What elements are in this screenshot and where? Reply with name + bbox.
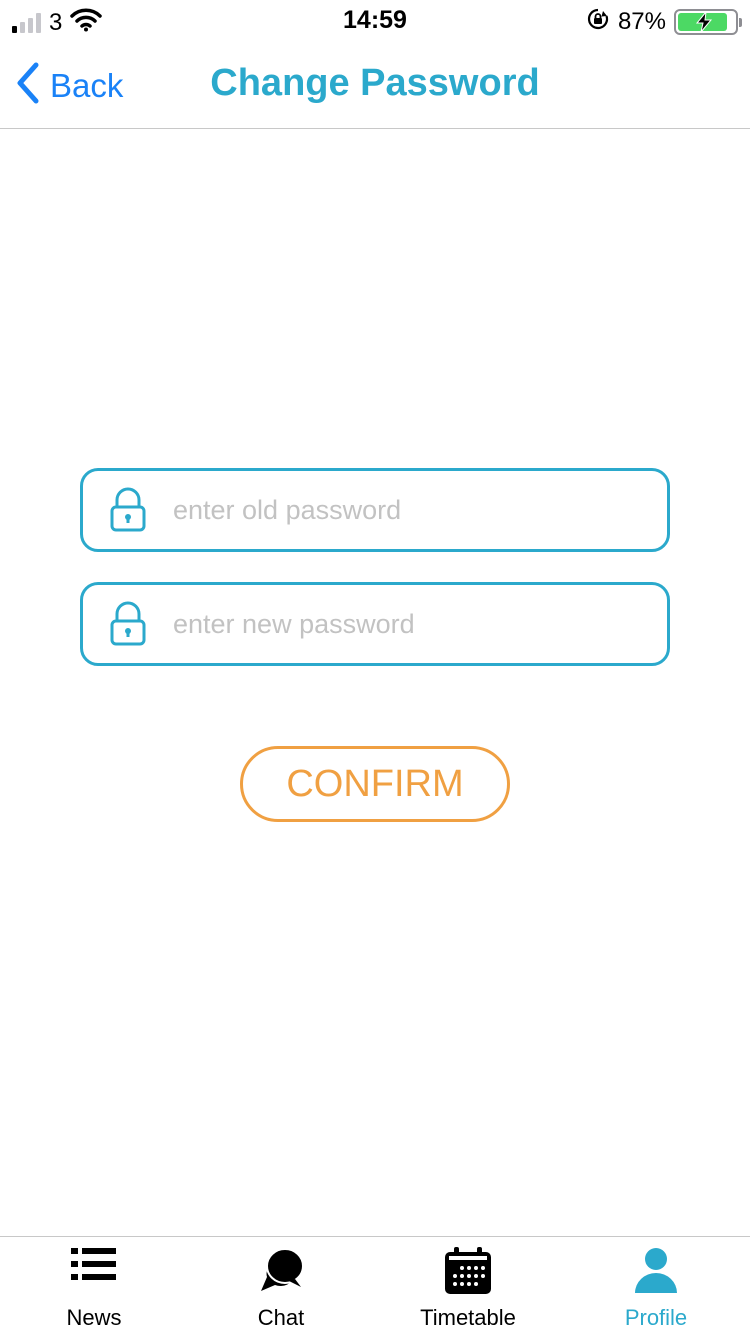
old-password-input[interactable] — [173, 489, 643, 531]
confirm-button[interactable]: CONFIRM — [240, 746, 510, 822]
status-right: 87% — [586, 7, 742, 36]
tab-timetable[interactable]: Timetable — [374, 1237, 562, 1334]
navigation-bar: Back Change Password — [0, 40, 750, 129]
tab-timetable-label: Timetable — [420, 1305, 516, 1330]
battery-icon — [674, 8, 742, 35]
back-label: Back — [50, 66, 124, 104]
battery-percentage: 87% — [617, 7, 666, 35]
chat-bubbles-icon — [187, 1247, 375, 1295]
list-icon — [0, 1247, 188, 1281]
tab-profile[interactable]: Profile — [562, 1237, 750, 1334]
lock-icon — [109, 601, 147, 652]
tab-bar: News Chat Timetable Profile — [0, 1236, 750, 1334]
tab-chat-label: Chat — [257, 1305, 305, 1330]
status-bar: 3 14:59 87% — [0, 0, 750, 40]
new-password-input[interactable] — [173, 603, 643, 645]
chevron-left-icon — [16, 62, 40, 109]
calendar-icon — [374, 1247, 562, 1295]
charging-bolt-icon — [695, 10, 713, 32]
lock-icon — [109, 487, 147, 538]
tab-news-label: News — [66, 1305, 122, 1330]
old-password-field[interactable] — [80, 468, 670, 552]
tab-profile-label: Profile — [624, 1305, 688, 1330]
back-button[interactable]: Back — [16, 62, 123, 109]
new-password-field[interactable] — [80, 582, 670, 666]
person-icon — [562, 1247, 750, 1295]
tab-chat[interactable]: Chat — [187, 1237, 375, 1334]
orientation-lock-icon — [586, 7, 610, 36]
tab-news[interactable]: News — [0, 1237, 188, 1334]
